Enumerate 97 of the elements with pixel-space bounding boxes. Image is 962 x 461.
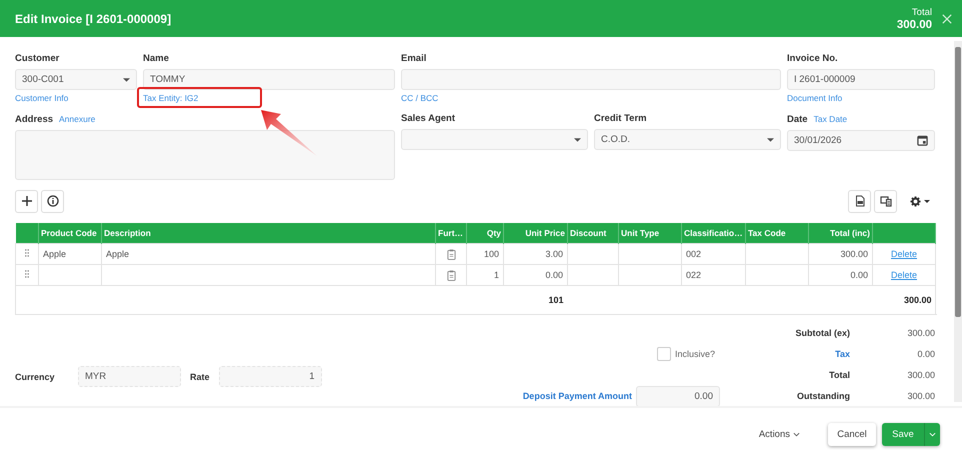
close-icon[interactable] — [942, 14, 952, 24]
caret-icon — [767, 138, 774, 142]
column-header[interactable]: Total (inc) — [808, 223, 872, 244]
address-field[interactable] — [15, 130, 395, 180]
summary-value: 300.00 — [906, 328, 935, 338]
summary-value: 300.00 — [906, 370, 935, 380]
table-cell: 022 — [682, 264, 746, 286]
window-title: Edit Invoice [I 2601-000009] — [15, 12, 172, 26]
save-options-button[interactable] — [924, 423, 940, 446]
export-button[interactable] — [848, 190, 871, 212]
amount-total: 300.00 — [872, 286, 936, 314]
caret-icon — [574, 138, 581, 142]
table-cell — [618, 244, 682, 264]
table-cell: 0.00 — [504, 264, 568, 286]
column-header[interactable]: Furt… — [436, 223, 466, 244]
total-amount: 300.00 — [896, 18, 932, 30]
field-label: Currency — [15, 372, 56, 382]
summary-value: 300.00 — [906, 391, 935, 401]
summary-label: Outstanding — [796, 391, 850, 401]
quantity-total: 101 — [504, 286, 568, 314]
arrow-drawing — [261, 110, 317, 156]
column-header[interactable]: Description — [102, 223, 436, 244]
cancel-button[interactable]: Cancel — [828, 423, 876, 446]
summary-label: Total — [828, 370, 850, 380]
checkbox-label: Inclusive? — [674, 348, 715, 358]
caret-icon — [123, 78, 130, 82]
table-cell: 0.00 — [808, 264, 872, 286]
field-label: Name — [143, 53, 169, 65]
chevron-icon — [929, 432, 936, 437]
currency-field[interactable]: MYR — [78, 366, 181, 387]
tax-entity-link[interactable]: Tax Entity: IG2 — [143, 92, 198, 104]
table-cell: 300.00 — [808, 244, 872, 264]
table-cell — [618, 264, 682, 286]
column-header[interactable]: Qty — [466, 223, 504, 244]
table-cell: 002 — [682, 244, 746, 264]
table-cell: 100 — [466, 244, 504, 264]
document-info-link[interactable]: Document Info — [787, 92, 842, 104]
settings-icon — [910, 196, 921, 206]
table-cell: Apple — [102, 244, 436, 264]
field-label: Customer — [15, 53, 60, 65]
table-cell — [568, 264, 618, 286]
cc-bcc-link[interactable]: CC / BCC — [401, 92, 438, 104]
tax-date-link[interactable]: Tax Date — [814, 113, 848, 125]
table-cell: Apple — [38, 244, 102, 264]
invoice-number-field[interactable]: I 2601-000009 — [787, 69, 935, 90]
drag-handle-icon[interactable] — [25, 249, 29, 257]
info-icon — [46, 195, 58, 207]
tax-link[interactable]: Tax — [720, 348, 850, 358]
actions-button[interactable]: Actions — [752, 428, 806, 441]
field-label: Invoice No. — [787, 53, 838, 65]
rate-field[interactable]: 1 — [218, 366, 322, 387]
credit-term-select[interactable]: C.O.D. — [594, 129, 781, 150]
table-cell — [746, 264, 808, 286]
field-label: Date — [787, 114, 808, 126]
copy-icon — [880, 195, 892, 207]
save-button[interactable]: Save — [882, 423, 924, 446]
caret-icon — [924, 200, 930, 202]
table-cell — [568, 244, 618, 264]
table-cell: 3.00 — [504, 244, 568, 264]
customer-select[interactable]: 300-C001 — [15, 69, 137, 90]
annexure-link[interactable]: Annexure — [59, 113, 96, 125]
clipboard-icon[interactable] — [446, 248, 456, 260]
column-header[interactable]: Product Code — [38, 223, 102, 244]
column-header[interactable]: Classificatio… — [682, 223, 746, 244]
name-field[interactable]: TOMMY — [143, 69, 395, 90]
field-label: Credit Term — [594, 113, 647, 125]
field-label: Address — [15, 114, 54, 126]
column-header[interactable]: Unit Type — [618, 223, 682, 244]
deposit-link[interactable]: Deposit Payment Amount — [522, 391, 632, 401]
field-label: Email — [401, 53, 426, 65]
scrollbar[interactable] — [954, 41, 962, 402]
customer-info-link[interactable]: Customer Info — [15, 92, 68, 104]
copy-button[interactable] — [874, 190, 897, 212]
chevron-icon — [793, 432, 800, 437]
column-header[interactable]: Tax Code — [746, 223, 808, 244]
column-header[interactable]: Discount — [568, 223, 618, 244]
header-cell — [16, 223, 38, 244]
calendar-icon[interactable] — [917, 135, 928, 146]
table-cell: 1 — [466, 264, 504, 286]
deposit-field[interactable]: 0.00 — [636, 386, 720, 406]
drag-handle-icon[interactable] — [25, 270, 29, 278]
date-field[interactable]: 30/01/2026 — [787, 130, 935, 151]
inclusive-checkbox[interactable] — [656, 346, 671, 360]
field-label: Rate — [190, 372, 210, 382]
column-header[interactable]: Unit Price — [504, 223, 568, 244]
total-label: Total — [912, 6, 932, 18]
plus-icon — [20, 195, 32, 207]
clipboard-icon[interactable] — [446, 270, 456, 281]
add-button[interactable] — [15, 190, 38, 212]
field-label: Sales Agent — [401, 113, 456, 125]
summary-label: Subtotal (ex) — [794, 328, 850, 338]
document-icon — [854, 195, 866, 207]
table-cell — [746, 244, 808, 264]
summary-value: 0.00 — [916, 348, 935, 358]
info-button[interactable] — [41, 190, 64, 212]
header-cell — [872, 223, 936, 244]
email-field[interactable] — [401, 69, 781, 90]
